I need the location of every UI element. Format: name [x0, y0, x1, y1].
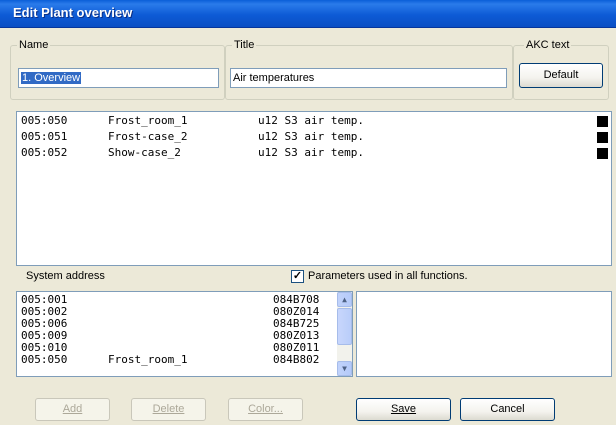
- color-swatch: [597, 116, 608, 127]
- list-item[interactable]: 005:052 Show-case_2 u12 S3 air temp.: [21, 146, 609, 160]
- list-item[interactable]: 005:050 Frost_room_1 u12 S3 air temp.: [21, 114, 609, 128]
- list-item-name: Frost_room_1: [108, 353, 188, 366]
- parameters-all-functions-checkbox[interactable]: ✓: [291, 270, 304, 283]
- system-address-list[interactable]: 005:001 084B708 005:002 080Z014 005:006 …: [16, 291, 353, 377]
- scrollbar-thumb[interactable]: [337, 308, 352, 345]
- list-item-parameter: u12 S3 air temp.: [258, 130, 364, 143]
- system-address-scrollbar[interactable]: ▲ ▼: [337, 292, 352, 376]
- list-item-parameter: u12 S3 air temp.: [258, 146, 364, 159]
- title-input-value: Air temperatures: [233, 72, 315, 84]
- detail-panel: [356, 291, 612, 377]
- list-item-parameter: u12 S3 air temp.: [258, 114, 364, 127]
- color-button[interactable]: Color...: [228, 398, 303, 421]
- chevron-up-icon[interactable]: ▲: [337, 292, 352, 307]
- title-input[interactable]: Air temperatures: [230, 68, 507, 88]
- add-button[interactable]: Add: [35, 398, 110, 421]
- parameters-all-functions-label[interactable]: Parameters used in all functions.: [308, 270, 468, 282]
- list-item[interactable]: 005:051 Frost-case_2 u12 S3 air temp.: [21, 130, 609, 144]
- color-button-label: Color...: [248, 403, 283, 415]
- list-item-address: 005:050: [21, 114, 68, 127]
- delete-button-label: Delete: [152, 403, 185, 415]
- system-address-label: System address: [26, 270, 105, 282]
- list-item-name: Frost-case_2: [108, 130, 188, 143]
- save-button[interactable]: Save: [356, 398, 451, 421]
- list-item[interactable]: 005:050 Frost_room_1 084B802: [21, 353, 339, 367]
- plant-parameter-list[interactable]: 005:050 Frost_room_1 u12 S3 air temp. 00…: [16, 111, 612, 266]
- name-input-value: 1. Overview: [21, 72, 82, 84]
- list-item-address: 005:050: [21, 353, 68, 366]
- window-title: Edit Plant overview: [13, 5, 133, 20]
- akc-text-legend: AKC text: [524, 39, 572, 52]
- default-button[interactable]: Default: [519, 63, 603, 88]
- cancel-button-label: Cancel: [490, 403, 525, 415]
- color-swatch: [597, 132, 608, 143]
- title-bar[interactable]: Edit Plant overview: [0, 0, 616, 28]
- list-item-name: Show-case_2: [108, 146, 181, 159]
- chevron-down-icon[interactable]: ▼: [337, 361, 352, 376]
- list-item-code: 084B802: [273, 353, 320, 366]
- list-item-address: 005:052: [21, 146, 68, 159]
- color-swatch: [597, 148, 608, 159]
- name-legend: Name: [17, 39, 51, 52]
- add-button-label: Add: [62, 403, 83, 415]
- title-legend: Title: [232, 39, 257, 52]
- delete-button[interactable]: Delete: [131, 398, 206, 421]
- list-item-name: Frost_room_1: [108, 114, 188, 127]
- checkmark-icon: ✓: [292, 270, 303, 282]
- name-input[interactable]: 1. Overview: [18, 68, 219, 88]
- save-button-label: Save: [390, 403, 417, 415]
- list-item-address: 005:051: [21, 130, 68, 143]
- cancel-button[interactable]: Cancel: [460, 398, 555, 421]
